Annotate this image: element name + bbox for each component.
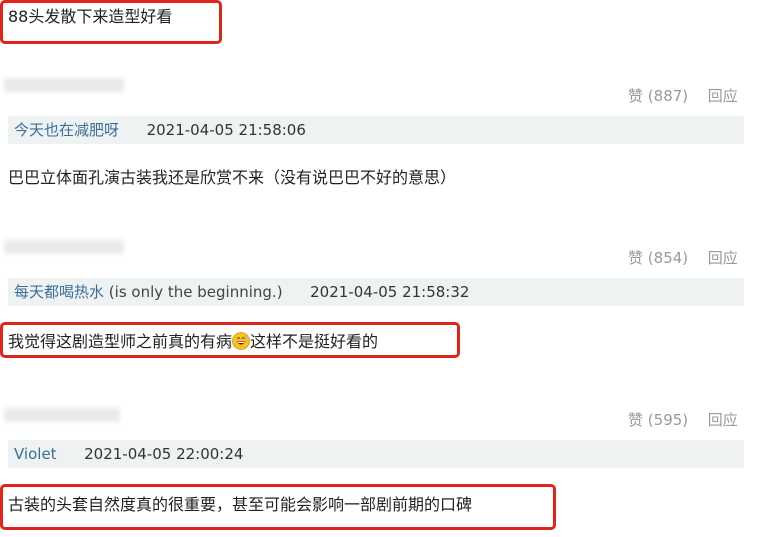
comment-date: 2021-04-05 22:00:24 (84, 445, 244, 463)
like-label: 赞 (628, 249, 644, 267)
like-button[interactable]: 赞 (887) (628, 87, 688, 105)
like-count: (854) (647, 249, 689, 267)
comment-actions: 赞 (854) 回应 (628, 247, 738, 268)
comment-text: 巴巴立体面孔演古装我还是欣赏不来（没有说巴巴不好的意思） (8, 168, 457, 187)
reply-button[interactable]: 回应 (708, 411, 738, 429)
like-button[interactable]: 赞 (854) (628, 249, 688, 267)
like-label: 赞 (628, 411, 644, 429)
reply-button[interactable]: 回应 (708, 87, 738, 105)
comment-date: 2021-04-05 21:58:06 (146, 121, 306, 139)
like-count: (595) (647, 411, 689, 429)
highlight-box-comment-2 (0, 322, 460, 358)
blurred-avatar (4, 408, 120, 422)
comment-1: 赞 (887) 回应 今天也在减肥呀 2021-04-05 21:58:06 巴… (0, 60, 762, 200)
blurred-avatar (4, 78, 124, 92)
username-link[interactable]: 每天都喝热水 (14, 283, 104, 301)
comment-meta-bar: 每天都喝热水 (is only the beginning.) 2021-04-… (8, 278, 744, 306)
comment-meta-bar: 今天也在减肥呀 2021-04-05 21:58:06 (8, 116, 744, 144)
username-link[interactable]: 今天也在减肥呀 (14, 121, 119, 139)
highlight-box-comment-3 (0, 484, 556, 530)
comment-date: 2021-04-05 21:58:32 (310, 283, 470, 301)
like-button[interactable]: 赞 (595) (628, 411, 688, 429)
comment-meta-bar: Violet 2021-04-05 22:00:24 (8, 440, 744, 468)
reply-button[interactable]: 回应 (708, 249, 738, 267)
comment-actions: 赞 (595) 回应 (628, 409, 738, 430)
like-label: 赞 (628, 87, 644, 105)
username-note: (is only the beginning.) (108, 283, 283, 301)
comment-actions: 赞 (887) 回应 (628, 85, 738, 106)
blurred-avatar (4, 240, 124, 254)
highlight-box-top-comment (0, 0, 222, 44)
like-count: (887) (647, 87, 689, 105)
username-link[interactable]: Violet (14, 445, 57, 463)
